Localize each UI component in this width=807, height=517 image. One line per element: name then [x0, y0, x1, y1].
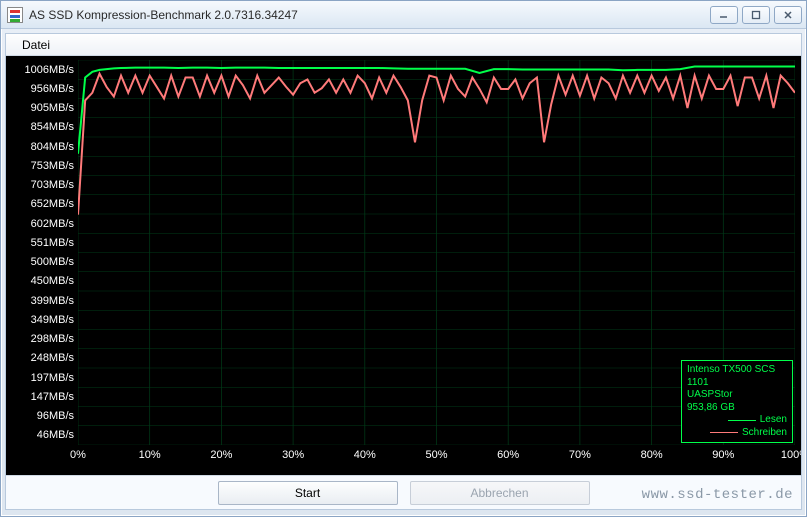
y-axis-tick: 349MB/s [31, 314, 78, 326]
legend-device: Intenso TX500 SCS [687, 364, 787, 377]
y-axis-tick: 500MB/s [31, 256, 78, 268]
y-axis-tick: 147MB/s [31, 391, 78, 403]
x-axis-tick: 30% [282, 449, 304, 461]
start-button[interactable]: Start [218, 481, 398, 505]
y-axis-tick: 854MB/s [31, 121, 78, 133]
y-axis-tick: 1006MB/s [24, 64, 78, 76]
chart-area: 1006MB/s 956MB/s 905MB/s 854MB/s 804MB/s 753M… [6, 56, 801, 475]
button-row: Start Abbrechen [6, 475, 801, 509]
x-axis-tick: 80% [641, 449, 663, 461]
y-axis-tick: 753MB/s [31, 160, 78, 172]
x-axis-tick: 0% [70, 449, 86, 461]
client-area: Datei 1006MB/s 956MB/s 905MB/s 854MB/s 804MB… [5, 33, 802, 510]
window-buttons [710, 6, 802, 24]
legend-capacity: 953,86 GB [687, 402, 787, 415]
y-axis-tick: 956MB/s [31, 83, 78, 95]
y-axis-tick: 652MB/s [31, 198, 78, 210]
legend-controller: UASPStor [687, 389, 787, 402]
menu-file[interactable]: Datei [14, 36, 58, 54]
legend-write-swatch [710, 432, 738, 433]
legend-box: Intenso TX500 SCS 1101 UASPStor 953,86 G… [681, 360, 793, 443]
x-axis-tick: 60% [497, 449, 519, 461]
y-axis-tick: 248MB/s [31, 352, 78, 364]
abort-button: Abbrechen [410, 481, 590, 505]
window-title: AS SSD Kompression-Benchmark 2.0.7316.34… [29, 8, 710, 22]
x-axis-tick: 70% [569, 449, 591, 461]
y-axis-tick: 804MB/s [31, 141, 78, 153]
maximize-button[interactable] [742, 6, 770, 24]
y-axis-tick: 703MB/s [31, 179, 78, 191]
x-axis-tick: 50% [425, 449, 447, 461]
x-axis-tick: 90% [712, 449, 734, 461]
y-axis-tick: 96MB/s [37, 410, 78, 422]
x-axis-tick: 40% [354, 449, 376, 461]
x-axis-labels: 0%10%20%30%40%50%60%70%80%90%100% [78, 449, 795, 467]
legend-firmware: 1101 [687, 377, 787, 390]
legend-read-label: Lesen [760, 414, 787, 427]
close-button[interactable] [774, 6, 802, 24]
legend-write-label: Schreiben [742, 427, 787, 440]
y-axis-labels: 1006MB/s 956MB/s 905MB/s 854MB/s 804MB/s 753M… [6, 60, 78, 445]
y-axis-tick: 905MB/s [31, 102, 78, 114]
minimize-button[interactable] [710, 6, 738, 24]
x-axis-tick: 100% [781, 449, 801, 461]
y-axis-tick: 197MB/s [31, 372, 78, 384]
app-window: AS SSD Kompression-Benchmark 2.0.7316.34… [0, 0, 807, 517]
menubar: Datei [6, 34, 801, 56]
x-axis-tick: 20% [210, 449, 232, 461]
legend-read-swatch [728, 420, 756, 421]
y-axis-tick: 551MB/s [31, 237, 78, 249]
legend-write-row: Schreiben [687, 427, 787, 440]
legend-read-row: Lesen [687, 414, 787, 427]
app-icon [7, 7, 23, 23]
titlebar[interactable]: AS SSD Kompression-Benchmark 2.0.7316.34… [1, 1, 806, 29]
x-axis-tick: 10% [139, 449, 161, 461]
y-axis-tick: 298MB/s [31, 333, 78, 345]
y-axis-tick: 602MB/s [31, 218, 78, 230]
y-axis-tick: 399MB/s [31, 295, 78, 307]
y-axis-tick: 450MB/s [31, 275, 78, 287]
y-axis-tick: 46MB/s [37, 429, 78, 441]
